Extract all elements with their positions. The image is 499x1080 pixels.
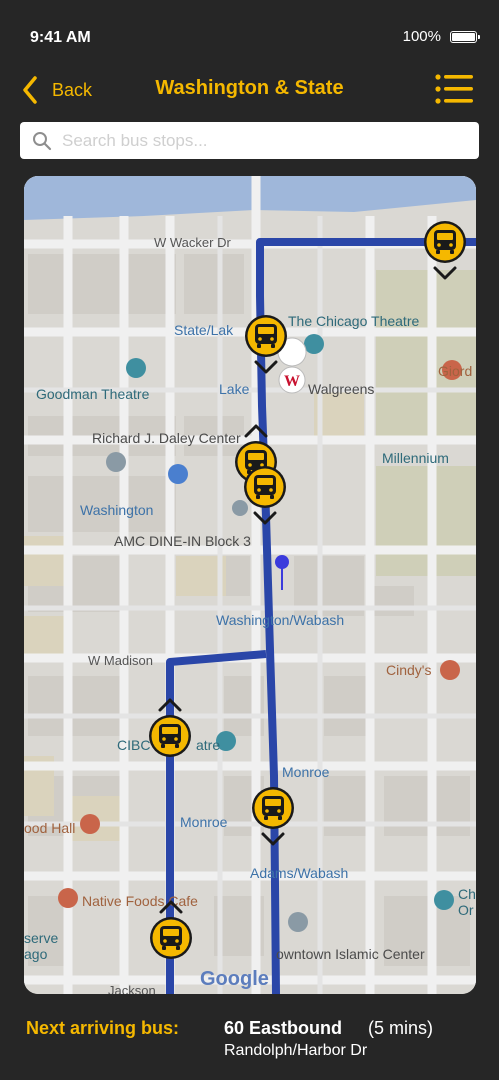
map-label-millennium: Millennium (382, 450, 449, 466)
map-label-orc: Or (458, 902, 474, 918)
map-label-w-madison: W Madison (88, 653, 154, 668)
map-label-walgreens: Walgreens (308, 381, 375, 397)
map-label-cibc-tail: atre (196, 737, 221, 753)
map-label-cibc: CIBC (117, 737, 151, 753)
next-bus-destination: Randolph/Harbor Dr (224, 1042, 368, 1059)
map-label-daley-center: Richard J. Daley Center (92, 430, 241, 446)
map-label-goodman-theatre: Goodman Theatre (36, 386, 150, 402)
battery-icon (450, 31, 480, 43)
map-label-giord: Giord (438, 363, 473, 379)
bus-marker-1[interactable] (422, 220, 468, 282)
navigation-bar: Back Washington & State (0, 68, 499, 112)
map-label-lake: Lake (219, 381, 250, 397)
next-bus-eta: (5 mins) (368, 1018, 434, 1038)
search-icon (33, 131, 52, 150)
map-label-monroe-left: Monroe (180, 814, 228, 830)
map-label-cindys: Cindy's (386, 662, 432, 678)
list-menu-icon (435, 74, 473, 104)
map-label-w-wacker: W Wacker Dr (154, 235, 231, 250)
map-label-food-hall: ood Hall (24, 820, 76, 836)
map-label-ago: ago (24, 946, 48, 962)
list-menu-button[interactable] (435, 72, 475, 106)
bus-icon (150, 900, 192, 959)
map-label-chicago-theatre: The Chicago Theatre (288, 313, 420, 329)
bus-icon (252, 787, 294, 846)
back-button[interactable]: Back (22, 72, 92, 108)
back-label: Back (52, 79, 93, 100)
map-label-washington-wabash: Washington/Wabash (216, 612, 345, 628)
bus-marker-5[interactable] (147, 696, 193, 758)
google-logo: Google (200, 968, 269, 990)
next-bus-route: 60 Eastbound (224, 1018, 343, 1038)
bus-icon (244, 466, 286, 525)
map-label-jackson: Jackson (108, 983, 156, 994)
map-label-serve: serve (24, 930, 59, 946)
map-label-chi: Ch (458, 886, 476, 902)
status-time: 9:41 AM (30, 29, 91, 46)
next-bus-panel: Next arriving bus: 60 Eastbound (5 mins)… (0, 1002, 499, 1080)
search-bar[interactable] (20, 122, 479, 159)
map-label-adams-wabash: Adams/Wabash (250, 865, 349, 881)
map-view[interactable]: W W Wacker Dr State/Lak The Chicago Thea… (24, 176, 476, 994)
map-label-islamic-center: owntown Islamic Center (276, 946, 425, 962)
battery-percentage: 100% (402, 28, 441, 45)
status-bar: 9:41 AM 100% (0, 0, 499, 70)
bus-icon (149, 698, 191, 757)
map-label-monroe-right: Monroe (282, 764, 330, 780)
bus-marker-2[interactable] (243, 314, 289, 376)
bus-marker-6[interactable] (250, 786, 296, 848)
map-label-state-lake: State/Lak (174, 322, 234, 338)
bus-icon (424, 221, 466, 280)
next-bus-label: Next arriving bus: (26, 1018, 180, 1038)
chevron-left-icon (23, 76, 37, 104)
bus-icon (245, 315, 287, 374)
search-input[interactable] (62, 130, 452, 151)
map-label-amc: AMC DINE-IN Block 3 (114, 533, 251, 549)
bus-marker-7[interactable] (148, 898, 194, 960)
map-label-washington: Washington (80, 502, 154, 518)
bus-marker-4[interactable] (242, 465, 288, 527)
